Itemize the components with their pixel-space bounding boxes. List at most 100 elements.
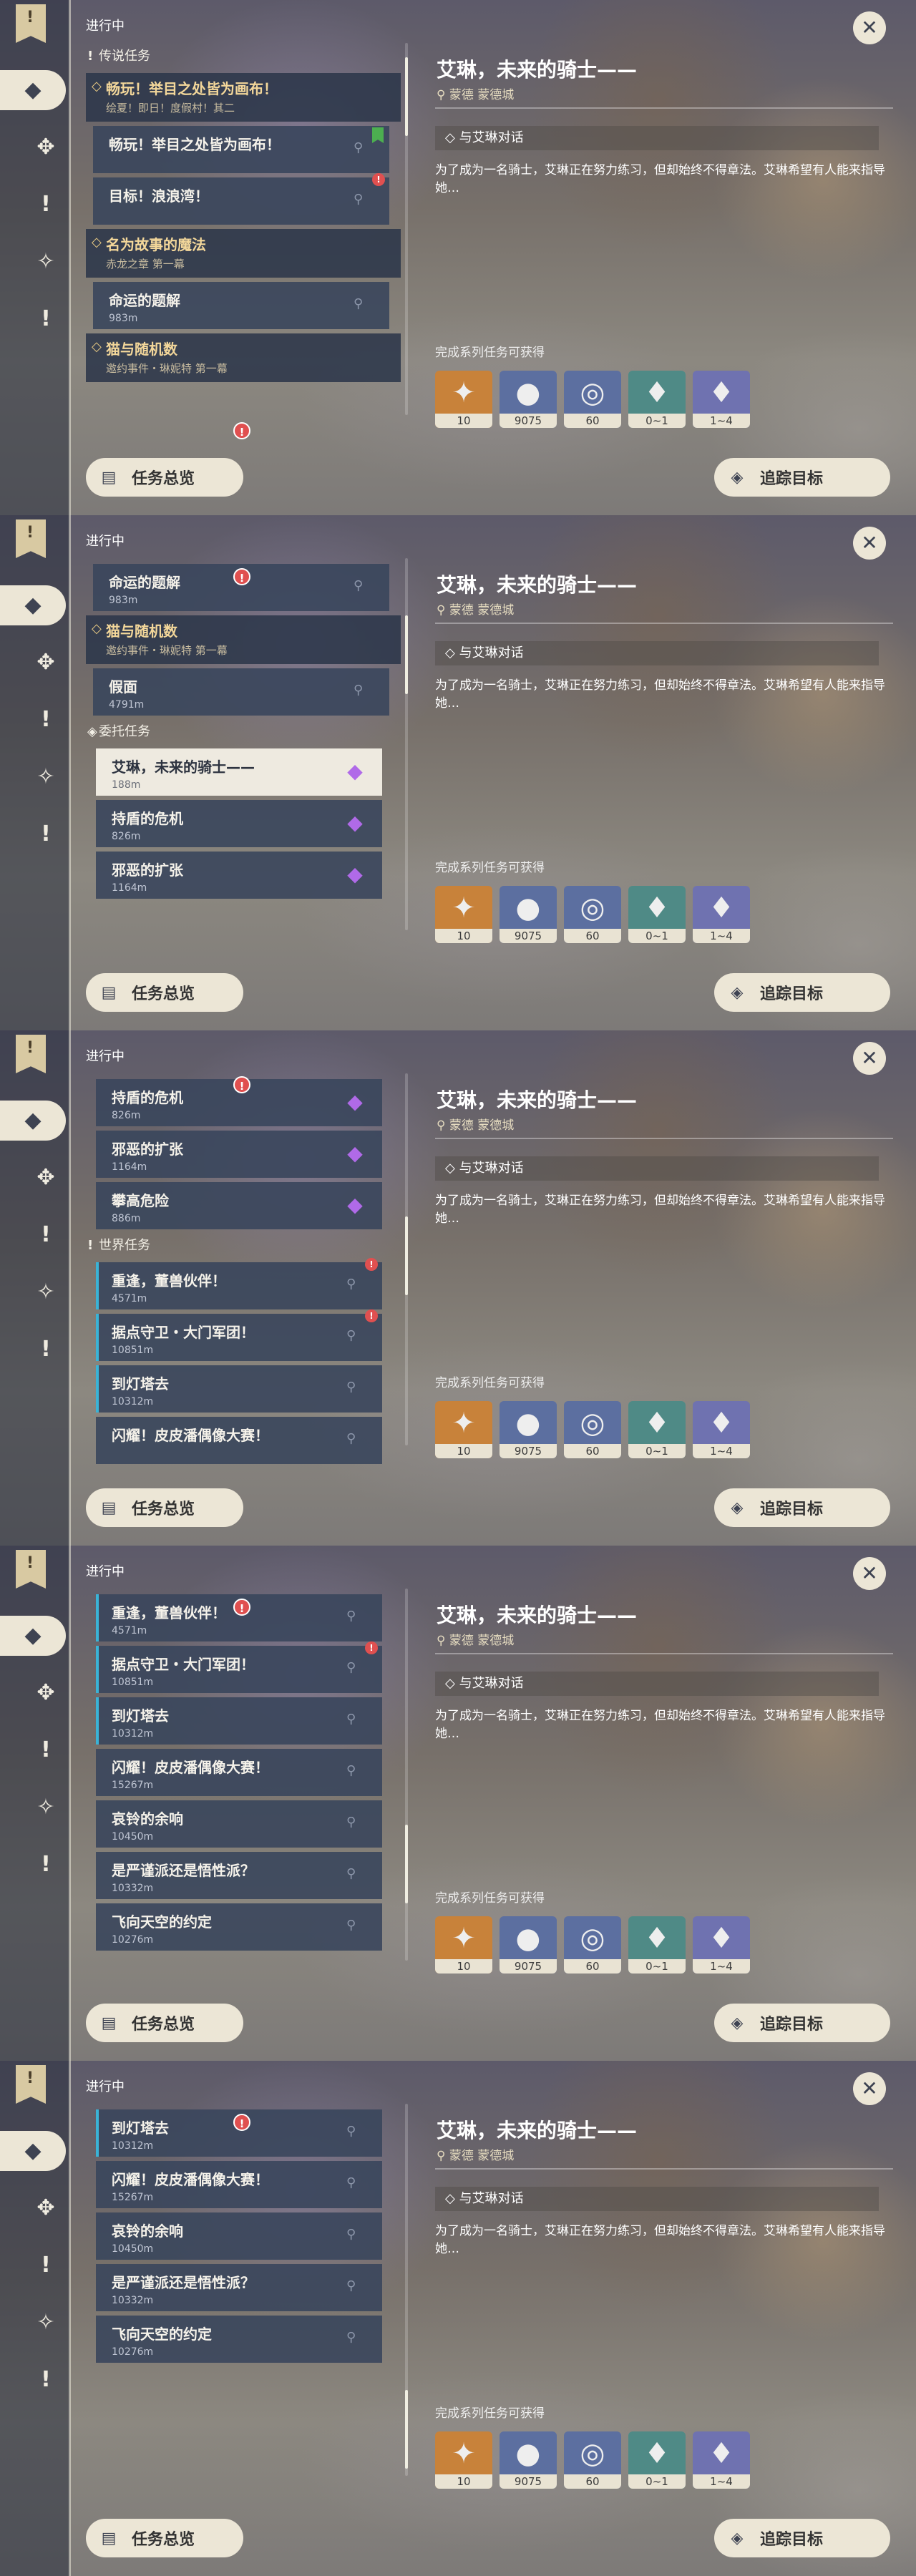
alert-icon[interactable]: ! [26,2360,66,2400]
quest-item[interactable]: 命运的题解 983m ⚲ [93,282,389,329]
location-pin-icon[interactable]: ⚲ [354,578,364,593]
compass-icon[interactable]: ✥ [26,1673,66,1713]
diamond-menu-icon[interactable]: ◆ [0,2131,66,2171]
reward-item[interactable]: ✦ 10 [435,1401,492,1458]
close-button[interactable]: ✕ [853,2072,886,2105]
quest-item[interactable]: 据点守卫・大门军团！ 10851m ⚲! [96,1641,382,1693]
alert-icon[interactable]: ! [26,299,66,339]
location-pin-icon[interactable]: ⚲ [346,2124,356,2139]
quest-item[interactable]: 邪恶的扩张 1164m ◆ [96,1131,382,1178]
track-target-button[interactable]: ◈ 追踪目标 [714,458,890,497]
quest-item[interactable]: 闪耀！皮皮潘偶像大赛！ 15267m ⚲ [96,1749,382,1796]
quest-item[interactable]: 攀高危险 886m ◆ [96,1182,382,1229]
quest-item[interactable]: 飞向天空的约定 10276m ⚲ [96,2316,382,2363]
alert-icon[interactable]: ! [26,814,66,854]
location-pin-icon[interactable]: ⚲ [346,1660,356,1675]
quest-list-scrollbar[interactable] [405,1589,408,1961]
quest-overview-button[interactable]: ▤ 任务总览 [86,1488,243,1527]
cross-star-icon[interactable]: ✧ [26,1272,66,1312]
location-pin-icon[interactable]: ⚲ [346,1277,356,1292]
quest-chapter[interactable]: 猫与随机数邀约事件・琳妮特 第一幕 [86,333,401,382]
reward-item[interactable]: ♦ 0~1 [628,1401,686,1458]
quest-list-scrollbar[interactable] [405,43,408,415]
quest-exclamation-icon[interactable]: ! [26,185,66,225]
compass-icon[interactable]: ✥ [26,127,66,167]
reward-item[interactable]: ◎ 60 [564,2431,621,2489]
quest-chapter[interactable]: 猫与随机数邀约事件・琳妮特 第一幕 [86,615,401,664]
quest-exclamation-icon[interactable]: ! [26,2245,66,2285]
location-pin-icon[interactable]: ⚲ [346,1815,356,1830]
quest-list-scrollbar[interactable] [405,1073,408,1445]
reward-item[interactable]: ♦ 1~4 [693,2431,750,2489]
quest-item[interactable]: 到灯塔去 10312m ⚲ [96,1697,382,1745]
quest-item[interactable]: 目标！浪浪湾！ ⚲! [93,173,389,225]
alert-icon[interactable]: ! [26,1845,66,1885]
location-pin-icon[interactable]: ⚲ [346,2278,356,2293]
track-target-button[interactable]: ◈ 追踪目标 [714,2004,890,2042]
quest-item[interactable]: 重逢，董兽伙伴！ 4571m ⚲! [96,1258,382,1309]
quest-item[interactable]: 畅玩！举目之处皆为画布！ ⚲ [93,126,389,173]
reward-item[interactable]: ♦ 1~4 [693,1401,750,1458]
diamond-menu-icon[interactable]: ◆ [0,1616,66,1656]
reward-item[interactable]: ● 9075 [500,886,557,943]
reward-item[interactable]: ● 9075 [500,1401,557,1458]
quest-overview-button[interactable]: ▤ 任务总览 [86,2519,243,2557]
location-pin-icon[interactable]: ⚲ [346,2175,356,2190]
location-pin-icon[interactable]: ⚲ [346,2227,356,2242]
quest-item[interactable]: 邪恶的扩张 1164m ◆ [96,852,382,899]
location-pin-icon[interactable]: ⚲ [346,1609,356,1624]
reward-item[interactable]: ◎ 60 [564,1401,621,1458]
reward-item[interactable]: ♦ 1~4 [693,1916,750,1974]
reward-item[interactable]: ♦ 1~4 [693,886,750,943]
quest-exclamation-icon[interactable]: ! [26,700,66,740]
quest-item[interactable]: 闪耀！皮皮潘偶像大赛！ 15267m ⚲ [96,2161,382,2208]
reward-item[interactable]: ✦ 10 [435,371,492,428]
reward-item[interactable]: ♦ 1~4 [693,371,750,428]
quest-item[interactable]: 据点守卫・大门军团！ 10851m ⚲! [96,1309,382,1361]
close-button[interactable]: ✕ [853,1042,886,1075]
scrollbar-thumb[interactable] [405,1216,408,1295]
close-button[interactable]: ✕ [853,1557,886,1590]
location-pin-icon[interactable]: ⚲ [346,1918,356,1933]
diamond-menu-icon[interactable]: ◆ [0,585,66,625]
quest-chapter[interactable]: 畅玩！举目之处皆为画布！ 绘夏！即日！度假村！其二 [86,73,401,122]
reward-item[interactable]: ✦ 10 [435,886,492,943]
quest-item[interactable]: 哀铃的余响 10450m ⚲ [96,1800,382,1848]
quest-chapter[interactable]: 名为故事的魔法赤龙之章 第一幕 [86,229,401,278]
compass-icon[interactable]: ✥ [26,2188,66,2228]
scrollbar-thumb[interactable] [405,615,408,694]
quest-overview-button[interactable]: ▤ 任务总览 [86,973,243,1012]
location-pin-icon[interactable]: ⚲ [354,140,364,155]
quest-item[interactable]: 闪耀！皮皮潘偶像大赛！ ⚲ [96,1417,382,1464]
reward-item[interactable]: ♦ 0~1 [628,2431,686,2489]
quest-overview-button[interactable]: ▤ 任务总览 [86,2004,243,2042]
quest-item[interactable]: 飞向天空的约定 10276m ⚲ [96,1903,382,1951]
scrollbar-thumb[interactable] [405,2390,408,2469]
scrollbar-thumb[interactable] [405,1825,408,1903]
reward-item[interactable]: ✦ 10 [435,2431,492,2489]
reward-item[interactable]: ♦ 0~1 [628,886,686,943]
quest-overview-button[interactable]: ▤ 任务总览 [86,458,243,497]
cross-star-icon[interactable]: ✧ [26,1787,66,1828]
quest-exclamation-icon[interactable]: ! [26,1730,66,1770]
cross-star-icon[interactable]: ✧ [26,2303,66,2343]
location-pin-icon[interactable]: ⚲ [346,1431,356,1446]
diamond-menu-icon[interactable]: ◆ [0,1101,66,1141]
cross-star-icon[interactable]: ✧ [26,757,66,797]
location-pin-icon[interactable]: ⚲ [346,1380,356,1395]
reward-item[interactable]: ● 9075 [500,1916,557,1974]
location-pin-icon[interactable]: ⚲ [346,2330,356,2345]
compass-icon[interactable]: ✥ [26,643,66,683]
location-pin-icon[interactable]: ⚲ [354,683,364,698]
quest-item[interactable]: 艾琳，未来的骑士—— 188m ◆ [96,748,382,796]
alert-icon[interactable]: ! [26,1330,66,1370]
scrollbar-thumb[interactable] [405,57,408,136]
reward-item[interactable]: ♦ 0~1 [628,371,686,428]
track-target-button[interactable]: ◈ 追踪目标 [714,973,890,1012]
quest-item[interactable]: 哀铃的余响 10450m ⚲ [96,2212,382,2260]
close-button[interactable]: ✕ [853,527,886,560]
close-button[interactable]: ✕ [853,11,886,44]
quest-item[interactable]: 到灯塔去 10312m ⚲ [96,1365,382,1413]
quest-exclamation-icon[interactable]: ! [26,1215,66,1255]
reward-item[interactable]: ◎ 60 [564,371,621,428]
